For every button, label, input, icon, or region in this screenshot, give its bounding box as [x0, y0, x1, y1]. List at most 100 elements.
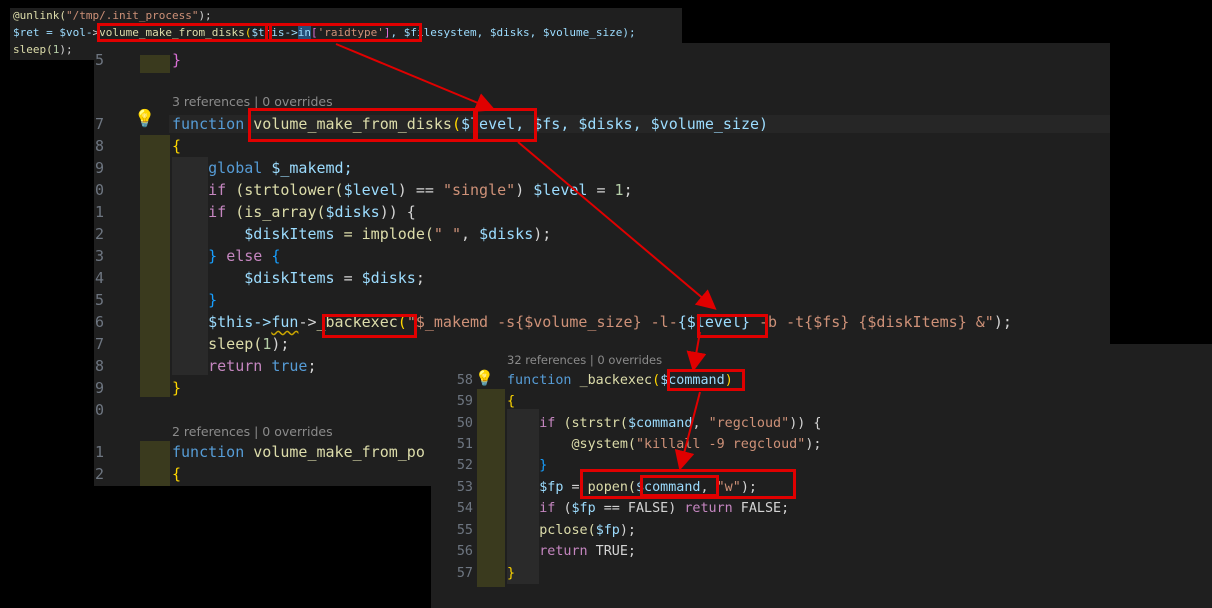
code-line: }: [172, 51, 181, 69]
lightbulb-icon[interactable]: 💡: [134, 109, 155, 129]
line-number: 7: [94, 115, 104, 133]
unlink-end: );: [198, 9, 212, 22]
codelens-references[interactable]: 32 references | 0 overrides: [507, 353, 662, 367]
params-rest: , $fs, $disks, $volume_size): [515, 115, 769, 133]
if-keyword: if: [539, 416, 556, 431]
if-keyword: if: [208, 181, 227, 199]
code-line: }: [507, 566, 515, 581]
indent-guide: [140, 441, 170, 486]
code-text: == FALSE): [595, 501, 685, 516]
line-number: 55: [456, 523, 473, 538]
string-literal: "regcloud": [708, 416, 790, 431]
bool-literal: true: [271, 357, 308, 375]
code-line: if ($fp == FALSE) return FALSE;: [507, 501, 789, 516]
sleep-call: sleep(: [13, 43, 53, 56]
highlight-param-command: [667, 369, 745, 391]
highlight-call-fn: [97, 23, 272, 42]
highlight-backexec-call: [322, 314, 417, 338]
highlight-raidtype-arg: [265, 23, 422, 42]
code-line: }: [172, 291, 217, 309]
var-fp: $fp: [571, 501, 596, 516]
brace: }: [172, 379, 182, 397]
function-name[interactable]: volume_make_from_po: [253, 443, 425, 461]
code-text: TRUE;: [587, 544, 636, 559]
highlight-param-level: [475, 108, 537, 142]
codelens-references[interactable]: 2 references | 0 overrides: [172, 424, 333, 439]
system-call: @system(: [571, 437, 637, 452]
code-line: if (strtolower($level) == "single") $lev…: [172, 181, 633, 199]
this-ref: $this->: [208, 313, 272, 331]
code-line-backexec-call: $this->fun->_backexec("$_makemd -s{$volu…: [172, 313, 1012, 331]
string-literal: "$_makemd -s{$volume_size} -l-: [406, 313, 678, 331]
unlink-path: "/tmp/.init_process": [65, 9, 199, 22]
brace: {: [172, 137, 182, 155]
brace: }: [172, 51, 182, 69]
code-text: (: [563, 501, 572, 516]
var-diskitems: $diskItems: [244, 269, 335, 287]
code-line: @system("killall -9 regcloud");: [507, 437, 822, 452]
implode-call: = implode(: [334, 225, 434, 243]
var-command: $command: [627, 416, 693, 431]
line-number: 4: [94, 269, 104, 287]
editor-backexec: 32 references | 0 overrides 💡 58 59 50 5…: [431, 344, 1212, 608]
line-number: 9: [94, 379, 104, 397]
line-number: 59: [456, 394, 473, 409]
sleep-end: );: [59, 43, 73, 56]
brace: }: [208, 291, 218, 309]
line-number: 5: [94, 51, 104, 69]
code-line: }: [507, 458, 547, 473]
code-text: ) ==: [397, 181, 443, 199]
function-keyword: function: [172, 443, 245, 461]
code-line: {: [172, 465, 181, 483]
line-number: 58: [456, 373, 473, 388]
codelens-references[interactable]: 3 references | 0 overrides: [172, 94, 333, 109]
is-array-call: (is_array(: [235, 203, 326, 221]
line-number: 52: [456, 458, 473, 473]
code-text: ;: [415, 269, 425, 287]
line-number: 1: [94, 203, 104, 221]
code-line: sleep(1);: [172, 335, 289, 353]
code-line: return TRUE;: [507, 544, 636, 559]
line-number: 1: [94, 443, 104, 461]
code-text: =: [587, 181, 615, 199]
string-literal: "single": [442, 181, 516, 199]
var-fp: $fp: [595, 523, 620, 538]
var-disks: $disks: [479, 225, 534, 243]
var-fp: $fp: [539, 480, 564, 495]
return-keyword: return: [208, 357, 263, 375]
var-level: $level: [343, 181, 398, 199]
code-text: )) {: [789, 416, 822, 431]
code-text: );: [993, 313, 1012, 331]
line-number: 5: [94, 291, 104, 309]
snippet-line-unlink: @unlink("/tmp/.init_process");: [13, 9, 212, 22]
line-number: 2: [94, 225, 104, 243]
line-number: 51: [456, 437, 473, 452]
code-text: ,: [461, 225, 480, 243]
line-number: 57: [456, 566, 473, 581]
string-literal: " ": [433, 225, 461, 243]
code-line: {: [507, 394, 515, 409]
code-line: {: [172, 137, 181, 155]
lightbulb-icon[interactable]: 💡: [475, 369, 494, 387]
snippet-line-sleep: sleep(1);: [13, 43, 73, 56]
code-text: ): [515, 181, 534, 199]
code-text: ;: [623, 181, 633, 199]
fun-ref: fun: [271, 313, 299, 331]
code-line: } else {: [172, 247, 280, 265]
line-number: 8: [94, 357, 104, 375]
function-name[interactable]: _backexec: [580, 373, 653, 388]
code-line: pclose($fp);: [507, 523, 636, 538]
code-text: ->: [298, 313, 317, 331]
code-line: }: [172, 379, 181, 397]
var-disks: $disks: [361, 269, 416, 287]
highlight-function-name: [248, 108, 476, 142]
ret-assign: $ret = $vol-: [13, 26, 93, 39]
code-text: );: [619, 523, 636, 538]
line-number: 8: [94, 137, 104, 155]
number-literal: 1: [262, 335, 272, 353]
if-keyword: if: [208, 203, 227, 221]
call-rest-args: , $filesystem, $disks, $volume_size);: [390, 26, 636, 39]
code-line: function volume_make_from_po: [172, 443, 425, 461]
var-level: $level: [533, 181, 588, 199]
code-text: FALSE;: [732, 501, 790, 516]
